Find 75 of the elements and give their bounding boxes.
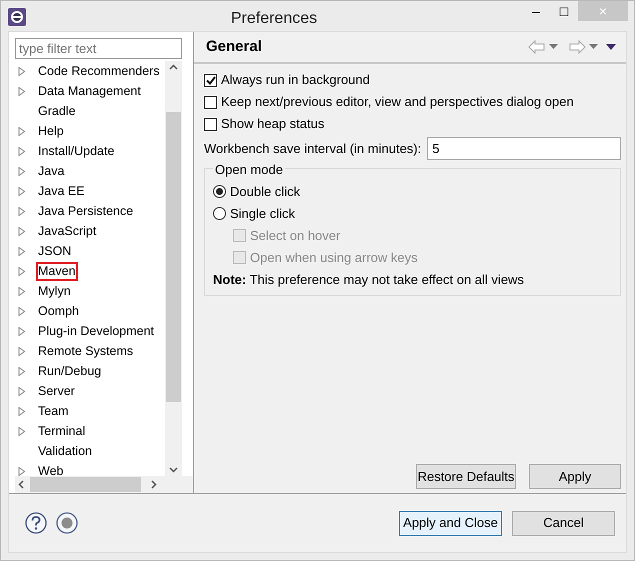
tree-item[interactable]: Help — [36, 122, 66, 140]
tree-item[interactable]: Data Management — [36, 82, 143, 100]
expand-arrow-icon[interactable] — [18, 326, 26, 336]
checkbox[interactable] — [204, 74, 217, 86]
back-arrow-icon[interactable] — [528, 40, 546, 54]
tree-item[interactable]: Oomph — [36, 302, 81, 320]
radio-label: Single click — [230, 204, 296, 223]
expand-arrow-icon[interactable] — [18, 366, 26, 376]
tree-item[interactable]: Team — [36, 402, 71, 420]
tree-item[interactable]: Java EE — [36, 182, 87, 200]
tree-item[interactable]: Plug-in Development — [36, 322, 156, 340]
record-icon[interactable] — [56, 512, 78, 534]
checkbox-label: Always run in background — [221, 71, 370, 90]
expand-arrow-icon[interactable] — [18, 206, 26, 216]
checkbox[interactable] — [204, 118, 217, 130]
expand-arrow-icon[interactable] — [18, 386, 26, 396]
group-title: Open mode — [213, 162, 285, 178]
app-icon — [8, 8, 26, 26]
tree-item[interactable]: Validation — [36, 442, 94, 460]
vertical-scrollbar[interactable] — [165, 61, 182, 476]
expand-arrow-icon[interactable] — [18, 146, 26, 156]
forward-arrow-icon[interactable] — [568, 40, 586, 54]
checkbox-label: Show heap status — [221, 115, 324, 134]
save-interval-field[interactable]: 5 — [427, 137, 621, 160]
restore-defaults-button[interactable]: Restore Defaults — [416, 464, 516, 489]
expand-arrow-icon[interactable] — [18, 306, 26, 316]
expand-arrow-icon[interactable] — [18, 66, 26, 76]
expand-arrow-icon[interactable] — [18, 246, 26, 256]
expand-arrow-icon[interactable] — [18, 266, 26, 276]
tree-item[interactable]: Maven — [36, 262, 78, 280]
apply-and-close-button[interactable]: Apply and Close — [399, 510, 502, 536]
tree-item[interactable]: Install/Update — [36, 142, 116, 160]
maximize-button[interactable]: □ — [550, 1, 578, 21]
checkbox-label: Keep next/previous editor, view and perspectives dialog open — [221, 93, 574, 112]
tree-item[interactable]: Gradle — [36, 102, 78, 120]
expand-arrow-icon[interactable] — [18, 346, 26, 356]
checkbox[interactable] — [204, 96, 217, 108]
expand-arrow-icon[interactable] — [18, 286, 26, 296]
radio-label: Double click — [230, 182, 300, 201]
tree-item[interactable]: Remote Systems — [36, 342, 136, 360]
horizontal-scrollbar[interactable] — [15, 476, 193, 493]
tree-item[interactable]: Java Persistence — [36, 202, 136, 220]
tree-item[interactable]: JSON — [36, 242, 74, 260]
tree-item[interactable]: Terminal — [36, 422, 88, 440]
dropdown-icon[interactable] — [549, 44, 558, 50]
note-text: Note: This preference may not take effect on all views — [213, 270, 525, 289]
tree-item[interactable]: Java — [36, 162, 66, 180]
tree-item[interactable]: Web — [36, 462, 66, 476]
expand-arrow-icon[interactable] — [18, 406, 26, 416]
tree-item[interactable]: Run/Debug — [36, 362, 104, 380]
menu-icon[interactable] — [606, 44, 616, 50]
tree-item[interactable]: Mylyn — [36, 282, 73, 300]
help-icon[interactable] — [25, 512, 47, 534]
expand-arrow-icon[interactable] — [18, 126, 26, 136]
filter-field[interactable]: type filter text — [15, 38, 182, 59]
tree-item[interactable]: Server — [36, 382, 77, 400]
expand-arrow-icon[interactable] — [18, 166, 26, 176]
expand-arrow-icon[interactable] — [18, 426, 26, 436]
tree-item[interactable]: Code Recommenders — [36, 62, 162, 80]
save-interval-label: Workbench save interval (in minutes): — [204, 140, 422, 158]
tree-item[interactable]: JavaScript — [36, 222, 98, 240]
cancel-button[interactable]: Cancel — [512, 510, 615, 536]
expand-arrow-icon[interactable] — [18, 186, 26, 196]
expand-arrow-icon[interactable] — [18, 466, 26, 476]
page-title: General — [206, 36, 263, 57]
checkbox-label: Select on hover — [250, 226, 340, 245]
radio-button[interactable] — [213, 185, 226, 198]
radio-button[interactable] — [213, 207, 226, 220]
expand-arrow-icon[interactable] — [18, 86, 26, 96]
minimize-button[interactable]: – — [522, 1, 550, 21]
apply-button[interactable]: Apply — [529, 464, 621, 489]
dropdown-icon[interactable] — [589, 44, 598, 50]
checkbox-label: Open when using arrow keys — [250, 248, 418, 267]
expand-arrow-icon[interactable] — [18, 226, 26, 236]
window-title: Preferences — [230, 9, 318, 29]
